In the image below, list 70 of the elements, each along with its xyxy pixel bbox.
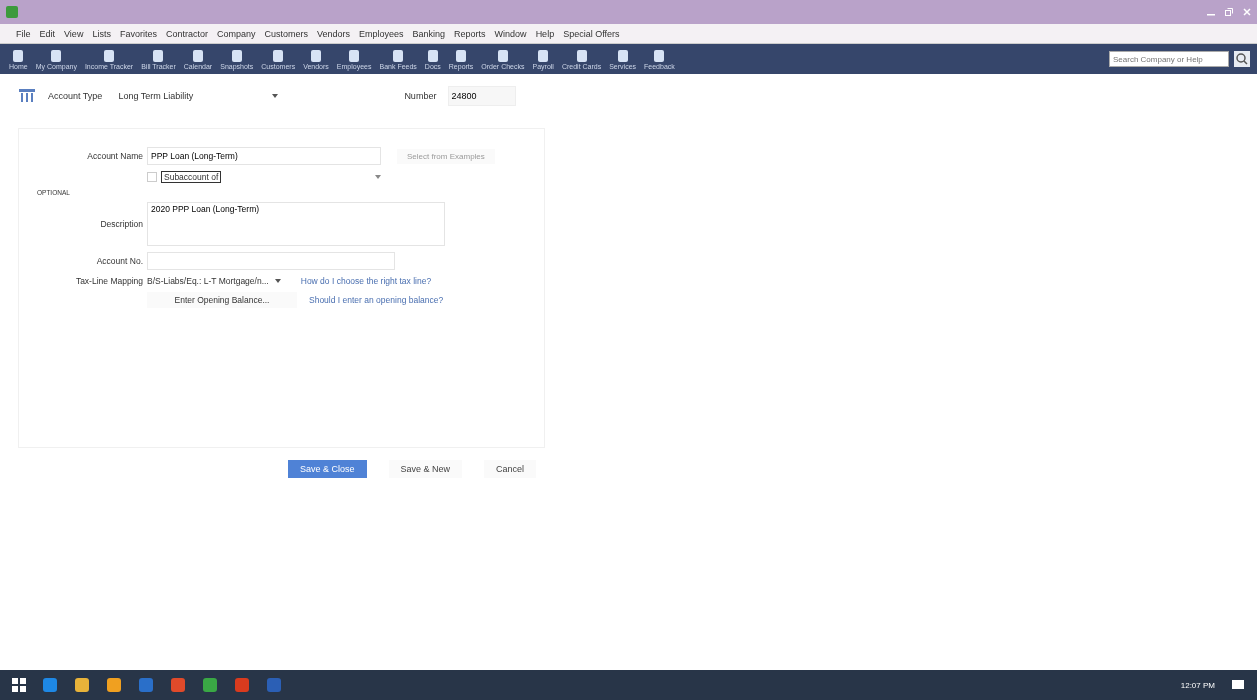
close-icon[interactable] [1243, 8, 1251, 16]
toolbar-icon [229, 48, 244, 63]
number-label: Number [404, 91, 437, 101]
form-button[interactable]: Save & Close [288, 460, 367, 478]
tax-line-label: Tax-Line Mapping [74, 276, 143, 286]
menu-item[interactable]: Customers [264, 28, 308, 39]
form-button[interactable]: Save & New [388, 460, 463, 478]
menu-item[interactable]: Employees [359, 28, 404, 39]
caret-icon [272, 94, 279, 98]
tax-line-dropdown[interactable]: B/S-Liabs/Eq.: L-T Mortgage/n... [147, 276, 289, 286]
toolbar-icon [271, 48, 286, 63]
toolbar-icon [615, 48, 630, 63]
subaccount-label: Subaccount of [161, 171, 222, 183]
account-number-label: Account No. [95, 256, 143, 266]
caret-icon[interactable] [375, 175, 382, 179]
menu-item[interactable]: View [64, 28, 84, 39]
toolbar-icon [191, 48, 205, 63]
toolbar-icon [536, 48, 551, 63]
toolbar-icon [11, 48, 26, 63]
app-logo-icon [6, 6, 18, 18]
clock: 12:07 PM [1180, 680, 1215, 690]
description-label: Description [99, 219, 143, 229]
description-field[interactable]: 2020 PPP Loan (Long-Term) [147, 202, 445, 246]
toolbar-icon [102, 48, 117, 63]
search-icon[interactable] [1233, 50, 1251, 68]
menu-item[interactable]: Company [216, 28, 256, 39]
toolbar-icon [425, 48, 440, 63]
toolbar-icon [151, 48, 166, 63]
taskbar-app-icon[interactable] [74, 677, 90, 693]
help-link[interactable]: Should I enter an opening balance? [309, 295, 444, 305]
number-field[interactable]: 24800 [448, 86, 517, 106]
taskbar-app-icon[interactable] [202, 677, 218, 693]
bank-icon [18, 88, 36, 104]
menu-item[interactable]: Reports [454, 28, 486, 39]
opening-balance-button[interactable]: Enter Opening Balance... [147, 292, 297, 308]
toolbar-icon [495, 48, 510, 63]
menu-item[interactable]: Edit [39, 28, 56, 39]
toolbar-icon [454, 48, 469, 63]
restore-icon[interactable] [1225, 8, 1233, 16]
menu-item[interactable]: Banking [412, 28, 446, 39]
windows-icon[interactable] [12, 678, 26, 692]
form-button[interactable]: Cancel [484, 460, 537, 478]
taskbar-app-icon[interactable] [234, 677, 250, 693]
toolbar-icon [49, 48, 64, 63]
account-number-field[interactable] [147, 252, 395, 270]
menu-item[interactable]: Special Offers [563, 28, 620, 39]
taskbar-app-icon[interactable] [170, 677, 186, 693]
account-type-dropdown[interactable]: Long Term Liability [114, 89, 283, 103]
help-link[interactable]: How do I choose the right tax line? [300, 276, 432, 286]
search-field[interactable]: Search Company or Help [1109, 51, 1229, 67]
menu-item[interactable]: Window [494, 28, 527, 39]
toolbar-icon [574, 48, 589, 63]
toolbar-icon [347, 48, 362, 63]
toolbar-icon [652, 48, 667, 63]
account-name-label: Account Name [86, 151, 143, 161]
menu-item[interactable]: Vendors [317, 28, 351, 39]
toolbar-icon [391, 48, 406, 63]
menu-item[interactable]: Help [535, 28, 555, 39]
account-type-label: Account Type [48, 91, 103, 101]
taskbar-app-icon[interactable] [42, 677, 58, 693]
caret-icon [274, 279, 281, 283]
subaccount-checkbox[interactable] [147, 172, 157, 182]
menu-item[interactable]: Favorites [119, 28, 157, 39]
taskbar-app-icon[interactable] [106, 677, 122, 693]
notification-icon[interactable] [1231, 678, 1245, 692]
menu-item[interactable]: Lists [92, 28, 111, 39]
menu-item[interactable]: Contractor [165, 28, 208, 39]
menu-item[interactable]: File [16, 28, 31, 39]
toolbar-icon [309, 48, 323, 63]
account-name-field[interactable]: PPP Loan (Long-Term) [147, 147, 381, 165]
